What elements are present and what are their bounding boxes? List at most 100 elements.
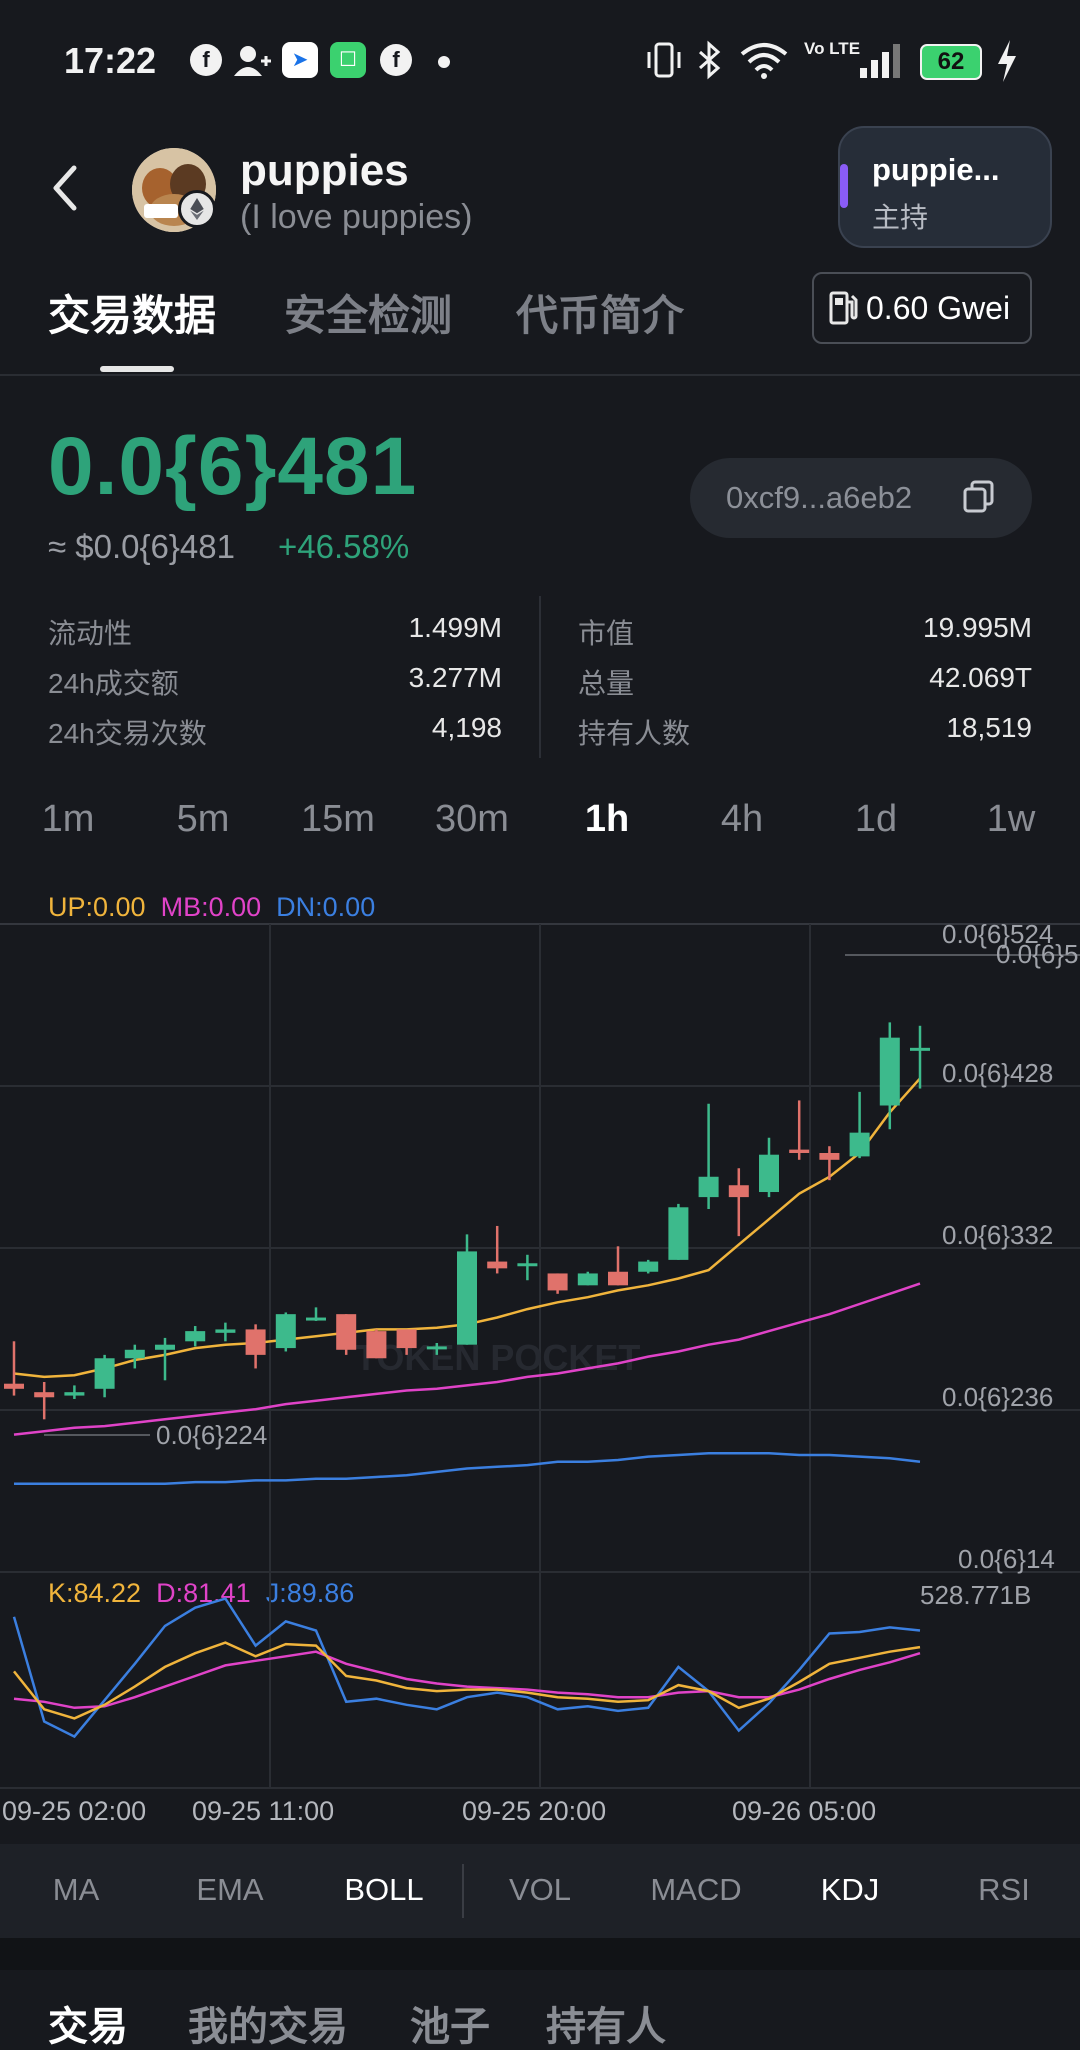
- date-label-1: 09-25 11:00: [192, 1796, 335, 1826]
- status-time: 17:22: [64, 40, 157, 81]
- indicator-macd[interactable]: MACD: [626, 1872, 766, 1908]
- tab-pools[interactable]: 池子: [410, 1994, 490, 2050]
- boll-mb-value: MB:0.00: [160, 892, 262, 922]
- candle: [910, 1025, 930, 1089]
- candle: [64, 1385, 85, 1399]
- stat-value-market-cap: 19.995M: [923, 612, 1032, 643]
- battery-icon: 62: [920, 44, 982, 80]
- interval-1h[interactable]: 1h: [557, 798, 657, 841]
- tab-token-intro[interactable]: 代币简介: [516, 282, 684, 343]
- candle: [336, 1314, 357, 1355]
- candle: [789, 1100, 810, 1160]
- tab-trades[interactable]: 交易: [48, 1994, 128, 2050]
- stat-value-24h-volume: 3.277M: [408, 662, 502, 693]
- candle: [275, 1312, 296, 1352]
- section-gap: [0, 1938, 1080, 1970]
- stat-value-liquidity: 1.499M: [408, 612, 502, 643]
- gas-price: 0.60 Gwei: [866, 290, 1011, 326]
- tab-holders[interactable]: 持有人: [546, 1994, 666, 2050]
- stat-label-24h-trades: 24h交易次数: [48, 718, 207, 749]
- tab-divider: [0, 374, 1080, 376]
- candle: [366, 1329, 387, 1359]
- stat-value-24h-trades: 4,198: [431, 712, 502, 743]
- stat-label-market-cap: 市值: [578, 618, 635, 649]
- price-chart[interactable]: TOKEN POCKET 0.0{6}524 0.0{6}5 0.0{6}428…: [0, 920, 1080, 1790]
- interval-30m[interactable]: 30m: [422, 798, 522, 841]
- candle: [728, 1168, 749, 1237]
- price-change: +46.58%: [278, 528, 410, 565]
- price-axis-1: 0.0{6}428: [942, 1058, 1053, 1088]
- copy-icon[interactable]: [962, 480, 996, 514]
- volte-label: Vo LTE: [804, 39, 861, 58]
- usd-price: ≈ $0.0{6}481: [48, 528, 235, 565]
- candle: [306, 1307, 326, 1321]
- stat-label-liquidity: 流动性: [48, 618, 133, 649]
- contract-address: 0xcf9...a6eb2: [726, 480, 913, 515]
- stat-label-holders: 持有人数: [578, 718, 691, 749]
- tab-my-trades[interactable]: 我的交易: [188, 1994, 348, 2050]
- candle: [517, 1254, 538, 1281]
- interval-4h[interactable]: 4h: [692, 798, 792, 841]
- candle: [849, 1091, 870, 1159]
- price-axis-3: 0.0{6}236: [942, 1382, 1053, 1412]
- candle: [879, 1022, 900, 1130]
- interval-1m[interactable]: 1m: [18, 798, 118, 841]
- candle: [487, 1225, 508, 1274]
- price-axis-2: 0.0{6}332: [942, 1220, 1053, 1250]
- facebook-icon: f: [380, 44, 412, 76]
- interval-15m[interactable]: 15m: [288, 798, 388, 841]
- candle: [124, 1344, 145, 1369]
- kdj-k-line: [13, 1641, 921, 1720]
- interval-5m[interactable]: 5m: [153, 798, 253, 841]
- app-icon: ➤: [282, 42, 318, 78]
- tab-security-check[interactable]: 安全检测: [284, 282, 452, 343]
- indicator-boll[interactable]: BOLL: [314, 1872, 454, 1908]
- interval-1w[interactable]: 1w: [961, 798, 1061, 841]
- kdj-d-line: [13, 1650, 921, 1710]
- boll-up-value: UP:0.00: [48, 892, 146, 922]
- ethereum-icon: [178, 190, 216, 228]
- gas-pump-icon: [829, 291, 858, 325]
- interval-1d[interactable]: 1d: [826, 798, 926, 841]
- indicator-ma[interactable]: MA: [6, 1872, 146, 1908]
- indicator-divider: [462, 1864, 464, 1918]
- candle: [819, 1146, 840, 1181]
- tab-active-indicator: [100, 366, 174, 372]
- bluetooth-icon: [699, 40, 721, 80]
- candle: [155, 1337, 175, 1381]
- dot-icon: [438, 56, 450, 68]
- tab-trade-data[interactable]: 交易数据: [48, 282, 216, 343]
- boll-dn-value: DN:0.00: [276, 892, 376, 922]
- stat-value-holders: 18,519: [946, 712, 1032, 743]
- back-icon[interactable]: [42, 158, 92, 218]
- add-contact-icon: [234, 46, 271, 76]
- status-bar: 17:22 f ➤ ☐ f Vo LTE 62: [0, 0, 1080, 120]
- indicator-kdj[interactable]: KDJ: [780, 1872, 920, 1908]
- indicator-vol[interactable]: VOL: [470, 1872, 610, 1908]
- candle: [547, 1273, 568, 1294]
- stat-label-24h-volume: 24h成交额: [48, 668, 179, 699]
- candle: [94, 1354, 115, 1398]
- date-label-0: 09-25 02:00: [2, 1796, 147, 1826]
- stat-value-total-supply: 42.069T: [929, 662, 1032, 693]
- facebook-icon: f: [190, 44, 222, 76]
- candle: [608, 1246, 628, 1286]
- signal-icon: [860, 44, 900, 78]
- high-price-label: 0.0{6}5: [996, 939, 1078, 969]
- token-price: 0.0{6}481: [48, 421, 418, 512]
- wifi-icon: [740, 43, 788, 79]
- token-name: puppies: [240, 146, 409, 195]
- candle: [245, 1324, 266, 1369]
- low-price-label: 0.0{6}224: [156, 1420, 267, 1450]
- candle: [698, 1103, 719, 1209]
- candle: [638, 1259, 659, 1274]
- indicator-ema[interactable]: EMA: [160, 1872, 300, 1908]
- charging-icon: [998, 40, 1016, 82]
- price-axis-4: 0.0{6}14: [958, 1544, 1055, 1574]
- indicator-rsi[interactable]: RSI: [934, 1872, 1074, 1908]
- candle: [215, 1322, 236, 1342]
- host-name: puppie...: [872, 152, 1000, 187]
- candle: [4, 1341, 24, 1396]
- boll-lower-band: [14, 1452, 921, 1486]
- host-role: 主持: [872, 202, 929, 233]
